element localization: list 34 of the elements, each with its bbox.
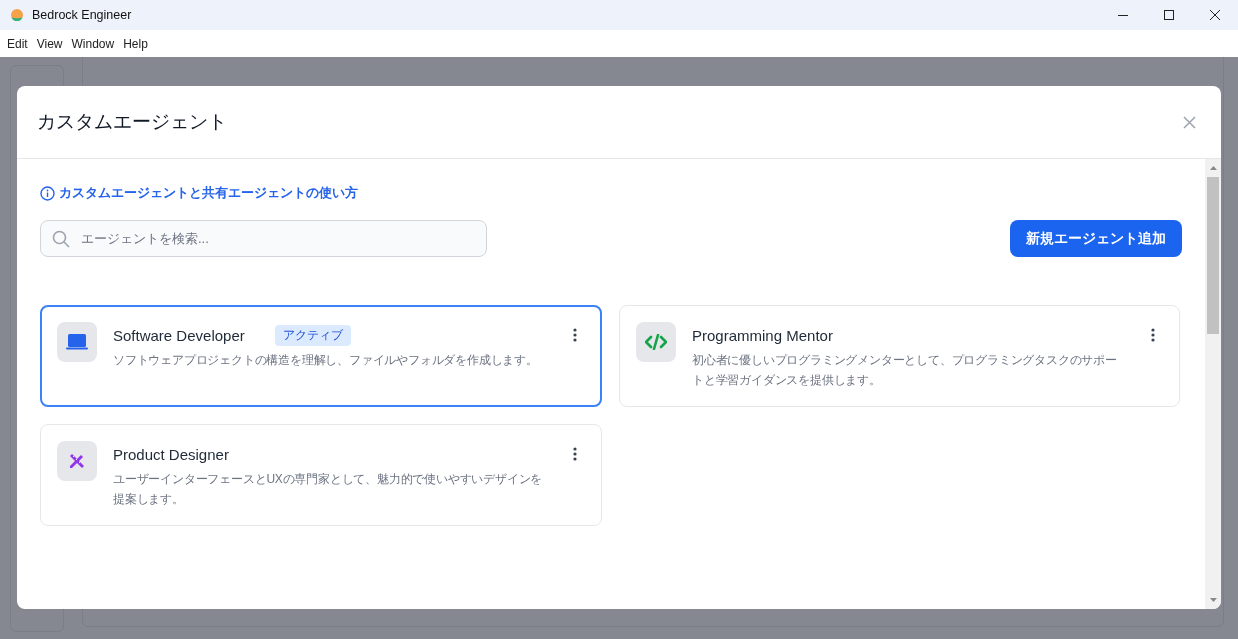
agent-card[interactable]: Product Designer ユーザーインターフェースとUXの専門家として、魅力的で使いやすいデザインを提案します。 [40,424,602,526]
menu-item[interactable]: Window [68,36,121,51]
scroll-up-icon[interactable] [1209,166,1217,170]
menu-item[interactable]: Help [120,36,154,51]
pencil-ruler-icon [67,451,87,471]
window-title: Bedrock Engineer [32,8,133,22]
scrollbar[interactable] [1205,159,1221,609]
status-badge: アクティブ [274,324,351,346]
more-icon [573,328,577,342]
agent-description: 初心者に優しいプログラミングメンターとして、プログラミングタスクのサポートと学習ガイダンスを提供します。 [692,352,1118,389]
close-icon [1210,10,1220,20]
scroll-down-icon[interactable] [1209,598,1217,602]
agent-description: ソフトウェアプロジェクトの構造を理解し、ファイルやフォルダを作成します。 [113,352,539,369]
agent-name: Programming Mentor [692,326,833,344]
app-logo-icon [10,8,24,22]
help-link[interactable]: カスタムエージェントと共有エージェントの使い方 [40,183,1182,203]
info-icon [40,185,55,201]
search-field[interactable]: エージェントを検索... [40,220,487,257]
agent-card[interactable]: Software Developer アクティブ ソフトウェアプロジェクトの構造を理解し、ファイルやフォルダを作成します。 [40,305,602,407]
code-icon [645,334,667,350]
minimize-icon [1118,14,1128,16]
close-icon [1182,115,1196,129]
add-agent-button[interactable]: 新規エージェント追加 [1010,220,1182,257]
more-icon [1151,328,1155,342]
agent-name: Software Developer [113,326,245,344]
dialog-title: カスタムエージェント [37,110,227,134]
menu-item[interactable]: Edit [4,36,34,51]
menu-item[interactable]: View [33,36,69,51]
laptop-icon [66,333,88,351]
agent-card[interactable]: Programming Mentor 初心者に優しいプログラミングメンターとして、プログラミングタスクのサポートと学習ガイダンスを提供します。 [619,305,1180,407]
more-icon [573,447,577,461]
agent-description: ユーザーインターフェースとUXの専門家として、魅力的で使いやすいデザインを提案します。 [113,471,544,508]
agent-name: Product Designer [113,445,229,463]
maximize-icon [1164,10,1174,20]
